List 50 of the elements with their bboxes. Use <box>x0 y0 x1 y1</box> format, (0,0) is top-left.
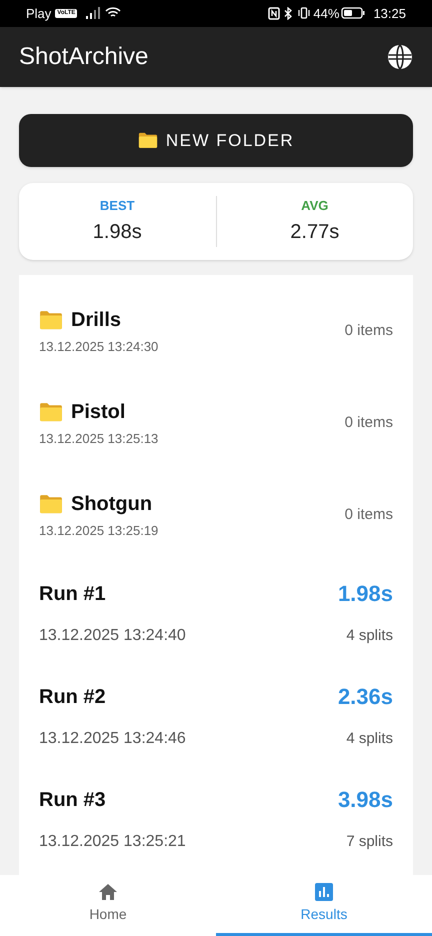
run-row[interactable]: Run #2 2.36s 13.12.2025 13:24:46 4 splits <box>39 664 393 767</box>
clock-time: 13:25 <box>373 4 406 23</box>
globe-icon[interactable] <box>387 44 413 70</box>
run-date: 13.12.2025 13:25:21 <box>39 832 187 852</box>
wifi-icon <box>105 7 122 20</box>
folder-name: Shotgun <box>71 492 152 518</box>
run-row[interactable]: Run #3 3.98s 13.12.2025 13:25:21 7 splits <box>39 767 393 870</box>
run-date: 13.12.2025 13:24:40 <box>39 626 187 646</box>
run-name: Run #1 <box>39 582 107 606</box>
folder-row[interactable]: Pistol 13.12.2025 13:25:13 0 items <box>39 377 393 469</box>
carrier-name: Play <box>26 4 52 23</box>
folder-row[interactable]: Shotgun 13.12.2025 13:25:19 0 items <box>39 469 393 561</box>
folder-icon <box>39 402 63 422</box>
run-date: 13.12.2025 13:24:46 <box>39 729 187 749</box>
run-name: Run #3 <box>39 788 107 812</box>
run-time: 3.98s <box>338 786 393 814</box>
folder-icon <box>39 310 63 330</box>
folder-row[interactable]: Drills 13.12.2025 13:24:30 0 items <box>39 285 393 377</box>
split-count: 4 splits <box>346 728 393 749</box>
item-count: 0 items <box>344 320 393 341</box>
app-title: ShotArchive <box>19 42 150 72</box>
home-icon <box>98 883 118 901</box>
stat-value: 2.77s <box>290 220 340 245</box>
folder-icon <box>138 132 158 149</box>
nav-tab[interactable]: Home <box>0 875 216 936</box>
run-row[interactable]: Run #1 1.98s 13.12.2025 13:24:40 4 splits <box>39 561 393 664</box>
folder-date: 13.12.2025 13:25:13 <box>39 430 160 448</box>
run-name: Run #2 <box>39 684 107 710</box>
run-time: 1.98s <box>338 580 393 608</box>
folder-name: Drills <box>71 308 122 334</box>
folder-name: Pistol <box>71 400 126 426</box>
stat-label: AVG <box>301 197 328 216</box>
folder-date: 13.12.2025 13:24:30 <box>39 338 160 356</box>
split-count: 7 splits <box>346 832 393 852</box>
run-time: 2.36s <box>338 683 393 711</box>
nfc-icon <box>268 6 280 20</box>
battery-percent: 44% <box>313 4 340 23</box>
bluetooth-icon <box>284 6 294 20</box>
bar-chart-icon <box>315 883 333 901</box>
battery-icon <box>341 7 366 20</box>
folder-icon <box>39 494 63 514</box>
stat-value: 1.98s <box>92 220 142 245</box>
item-count: 0 items <box>344 504 393 525</box>
stat-label: BEST <box>100 197 135 216</box>
item-count: 0 items <box>344 412 393 433</box>
split-count: 4 splits <box>346 626 393 646</box>
new-folder-button[interactable]: NEW FOLDER <box>19 114 413 167</box>
signal-icon <box>85 7 102 20</box>
vibrate-icon <box>297 7 312 20</box>
folder-date: 13.12.2025 13:25:19 <box>39 522 160 540</box>
